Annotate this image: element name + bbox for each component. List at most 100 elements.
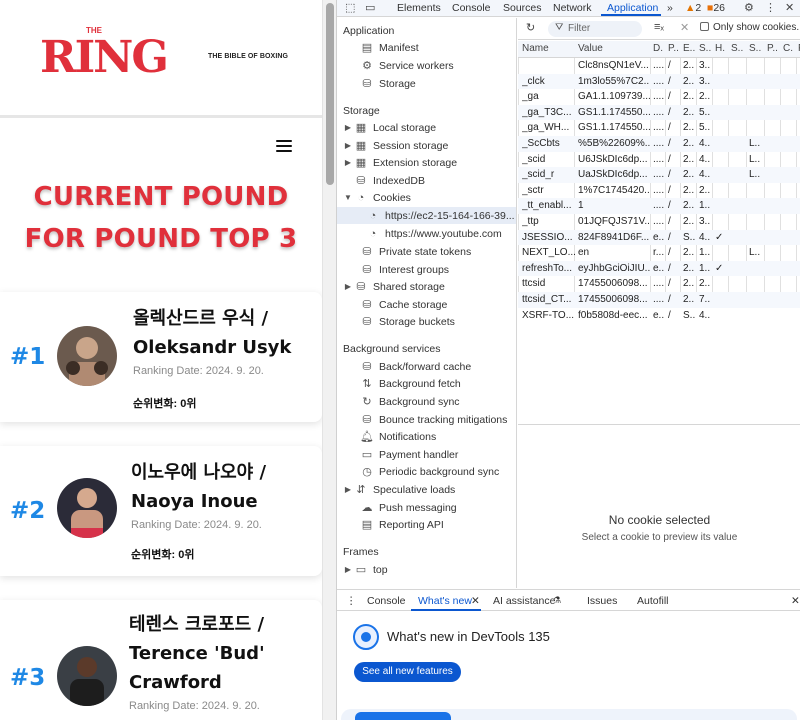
drawer-menu-icon[interactable]: ⋮ (346, 595, 357, 607)
delete-selected-icon[interactable]: ✕ (680, 21, 689, 34)
col-partition-key[interactable]: P.. (767, 43, 778, 54)
sidebar-item-frame-top[interactable]: ▶ ▭ top (343, 561, 388, 578)
col-name[interactable]: Name (522, 43, 549, 54)
expand-arrow-icon[interactable]: ▶ (343, 123, 353, 132)
clear-filtered-icon[interactable]: ≡ₓ (654, 21, 664, 33)
tab-network[interactable]: Network (553, 2, 592, 14)
drawer-tab-console[interactable]: Console (367, 595, 406, 607)
sidebar-item-storage[interactable]: ⛁ Storage (349, 75, 415, 92)
col-size[interactable]: S.. (699, 43, 711, 54)
sidebar-item-local-storage[interactable]: ▶ ▦ Local storage (343, 119, 436, 136)
collapse-arrow-icon[interactable]: ▼ (343, 193, 353, 202)
drawer-tab-issues[interactable]: Issues (587, 595, 617, 607)
drawer-tab-ai-assistance[interactable]: AI assistance (493, 595, 555, 607)
sidebar-item-indexeddb[interactable]: ⛁ IndexedDB (343, 172, 425, 189)
more-tabs-button[interactable]: » (667, 2, 673, 14)
table-row[interactable]: _ga_WH...GS1.1.174550......../2..5..M (518, 120, 800, 136)
sidebar-item-private-state-tokens[interactable]: ⛁ Private state tokens (349, 243, 471, 260)
fighter-card-2[interactable]: #2 이노우에 나오야 / Naoya Inoue Ranking Date: … (0, 446, 322, 576)
warnings-badge[interactable]: ▲2 (685, 2, 701, 14)
sidebar-item-manifest[interactable]: ▤ Manifest (349, 39, 419, 56)
expand-arrow-icon[interactable]: ▶ (343, 141, 353, 150)
cookie-icon: ◔ (369, 227, 377, 240)
col-httponly[interactable]: H. (715, 43, 725, 54)
sidebar-item-cookies[interactable]: ▼ ◔ Cookies (343, 189, 411, 206)
tab-sources[interactable]: Sources (503, 2, 542, 14)
table-row[interactable]: NEXT_LO...enr.../2..1..L..M (518, 245, 800, 261)
sidebar-item-session-storage[interactable]: ▶ ▦ Session storage (343, 137, 448, 154)
tab-console[interactable]: Console (452, 2, 491, 14)
see-all-features-button[interactable]: See all new features (354, 662, 461, 682)
expand-arrow-icon[interactable]: ▶ (343, 565, 353, 574)
sidebar-item-extension-storage[interactable]: ▶ ▦ Extension storage (343, 154, 457, 171)
table-row[interactable]: ttcsid17455006098......../2..2..M (518, 276, 800, 292)
sidebar-item-periodic-sync[interactable]: ◷ Periodic background sync (349, 463, 499, 480)
menu-icon[interactable] (276, 140, 292, 152)
fighter-card-3[interactable]: #3 테렌스 크로포드 / Terence 'Bud' Crawford Ran… (0, 600, 322, 720)
sidebar-item-background-sync[interactable]: ↻ Background sync (349, 393, 459, 410)
issues-badge[interactable]: ■26 (707, 2, 725, 14)
expand-arrow-icon[interactable]: ▶ (343, 158, 353, 167)
close-tab-icon[interactable]: ✕ (471, 595, 480, 607)
cookie-origin-ec2[interactable]: ◔ https://ec2-15-164-166-39... (337, 207, 516, 224)
inspect-element-icon[interactable]: ⬚ (345, 1, 355, 14)
cell-httponly: ✓ (715, 262, 724, 274)
sidebar-item-background-fetch[interactable]: ⇅ Background fetch (349, 375, 460, 392)
refresh-icon[interactable]: ↻ (526, 21, 535, 34)
col-path[interactable]: P.. (668, 43, 679, 54)
sidebar-item-service-workers[interactable]: ⚙ Service workers (349, 57, 454, 74)
device-toolbar-icon[interactable]: ▭ (365, 1, 375, 14)
sidebar-item-interest-groups[interactable]: ⛁ Interest groups (349, 261, 449, 278)
cookie-table[interactable]: Name Value D. P.. E.. S.. H. S.. S.. P..… (518, 41, 800, 323)
cookie-origin-youtube[interactable]: ◔ https://www.youtube.com (365, 225, 502, 242)
sidebar-item-speculative-loads[interactable]: ▶ ⇵ Speculative loads (343, 481, 455, 498)
table-row[interactable]: _gaGA1.1.109739......../2..2..M (518, 89, 800, 105)
page-scrollbar[interactable] (322, 0, 336, 720)
fighter-card-1[interactable]: #1 올렉산드르 우식 / Oleksandr Usyk Ranking Dat… (0, 292, 322, 422)
sidebar-item-storage-buckets[interactable]: ⛁ Storage buckets (349, 313, 455, 330)
table-row[interactable]: _tt_enabl...1...../2..1..M (518, 198, 800, 214)
kebab-menu-icon[interactable]: ⋮ (765, 1, 776, 14)
table-row[interactable]: refreshTo... eyJhbGciOiJIU...e.../ 2.. 1.. ✓… (518, 260, 800, 277)
col-secure[interactable]: S.. (731, 43, 743, 54)
col-domain[interactable]: D. (653, 43, 663, 54)
sidebar-item-reporting-api[interactable]: ▤ Reporting API (349, 516, 444, 533)
table-row[interactable]: ttcsid_CT...17455006098......../2..7..M (518, 291, 800, 308)
filter-input[interactable]: ⛛ Filter (548, 21, 642, 37)
table-row[interactable]: _ScCbts%5B%22609%......../2..4..L..M (518, 135, 800, 152)
expand-arrow-icon[interactable]: ▶ (343, 485, 353, 494)
sidebar-item-cache-storage[interactable]: ⛁ Cache storage (349, 296, 447, 313)
sidebar-item-push-messaging[interactable]: ☁ Push messaging (349, 499, 457, 516)
table-row[interactable]: Clc8nsQN1eV......../2..3..M (518, 58, 800, 74)
the-ring-logo[interactable]: THE RING (40, 22, 178, 84)
settings-gear-icon[interactable]: ⚙ (744, 1, 754, 14)
only-show-issues-checkbox[interactable]: Only show cookies... (700, 22, 800, 33)
table-row[interactable]: _clck1m3lo55%7C2......../2..3..M (518, 73, 800, 90)
page-scrollbar-thumb[interactable] (326, 3, 334, 185)
tab-application[interactable]: Application (607, 2, 658, 14)
sidebar-item-shared-storage[interactable]: ▶ ⛁ Shared storage (343, 278, 445, 295)
tab-elements[interactable]: Elements (397, 2, 441, 14)
expand-arrow-icon[interactable]: ▶ (343, 282, 353, 291)
sidebar-item-bfcache[interactable]: ⛁ Back/forward cache (349, 358, 471, 375)
close-devtools-icon[interactable]: ✕ (785, 1, 794, 14)
col-value[interactable]: Value (578, 43, 603, 54)
table-row[interactable]: _scid_rUaJSkDIc6dp......../2..4..L..M (518, 167, 800, 183)
table-row[interactable]: JSESSIO...824F8941D6F...e.../S..4..✓M (518, 229, 800, 246)
whats-new-title: What's new in DevTools 135 (387, 629, 550, 644)
col-expires[interactable]: E.. (683, 43, 695, 54)
drawer-tab-autofill[interactable]: Autofill (637, 595, 669, 607)
close-drawer-icon[interactable]: ✕ (791, 595, 800, 607)
table-row[interactable]: _sctr1%7C1745420......../2..2..M (518, 183, 800, 199)
drawer-tab-whats-new[interactable]: What's new (418, 595, 472, 607)
table-row[interactable]: _ttp01JQFQJS71V......../2..3..M (518, 214, 800, 230)
table-row[interactable]: _ga_T3C...GS1.1.174550......../2..5..M (518, 104, 800, 121)
sidebar-item-payment-handler[interactable]: ▭ Payment handler (349, 446, 459, 463)
sidebar-item-notifications[interactable]: 🔔︎ Notifications (349, 428, 436, 445)
col-samesite[interactable]: S.. (749, 43, 761, 54)
table-row[interactable]: _scidU6JSkDIc6dp......../2..4..L..M (518, 152, 800, 168)
table-row[interactable]: XSRF-TO...f0b5808d-eec...e.../S..4..M (518, 308, 800, 324)
cell-name: XSRF-TO... (522, 309, 575, 321)
col-cross-site[interactable]: C. (783, 43, 793, 54)
sidebar-item-bounce-tracking[interactable]: ⛁ Bounce tracking mitigations (349, 411, 507, 428)
